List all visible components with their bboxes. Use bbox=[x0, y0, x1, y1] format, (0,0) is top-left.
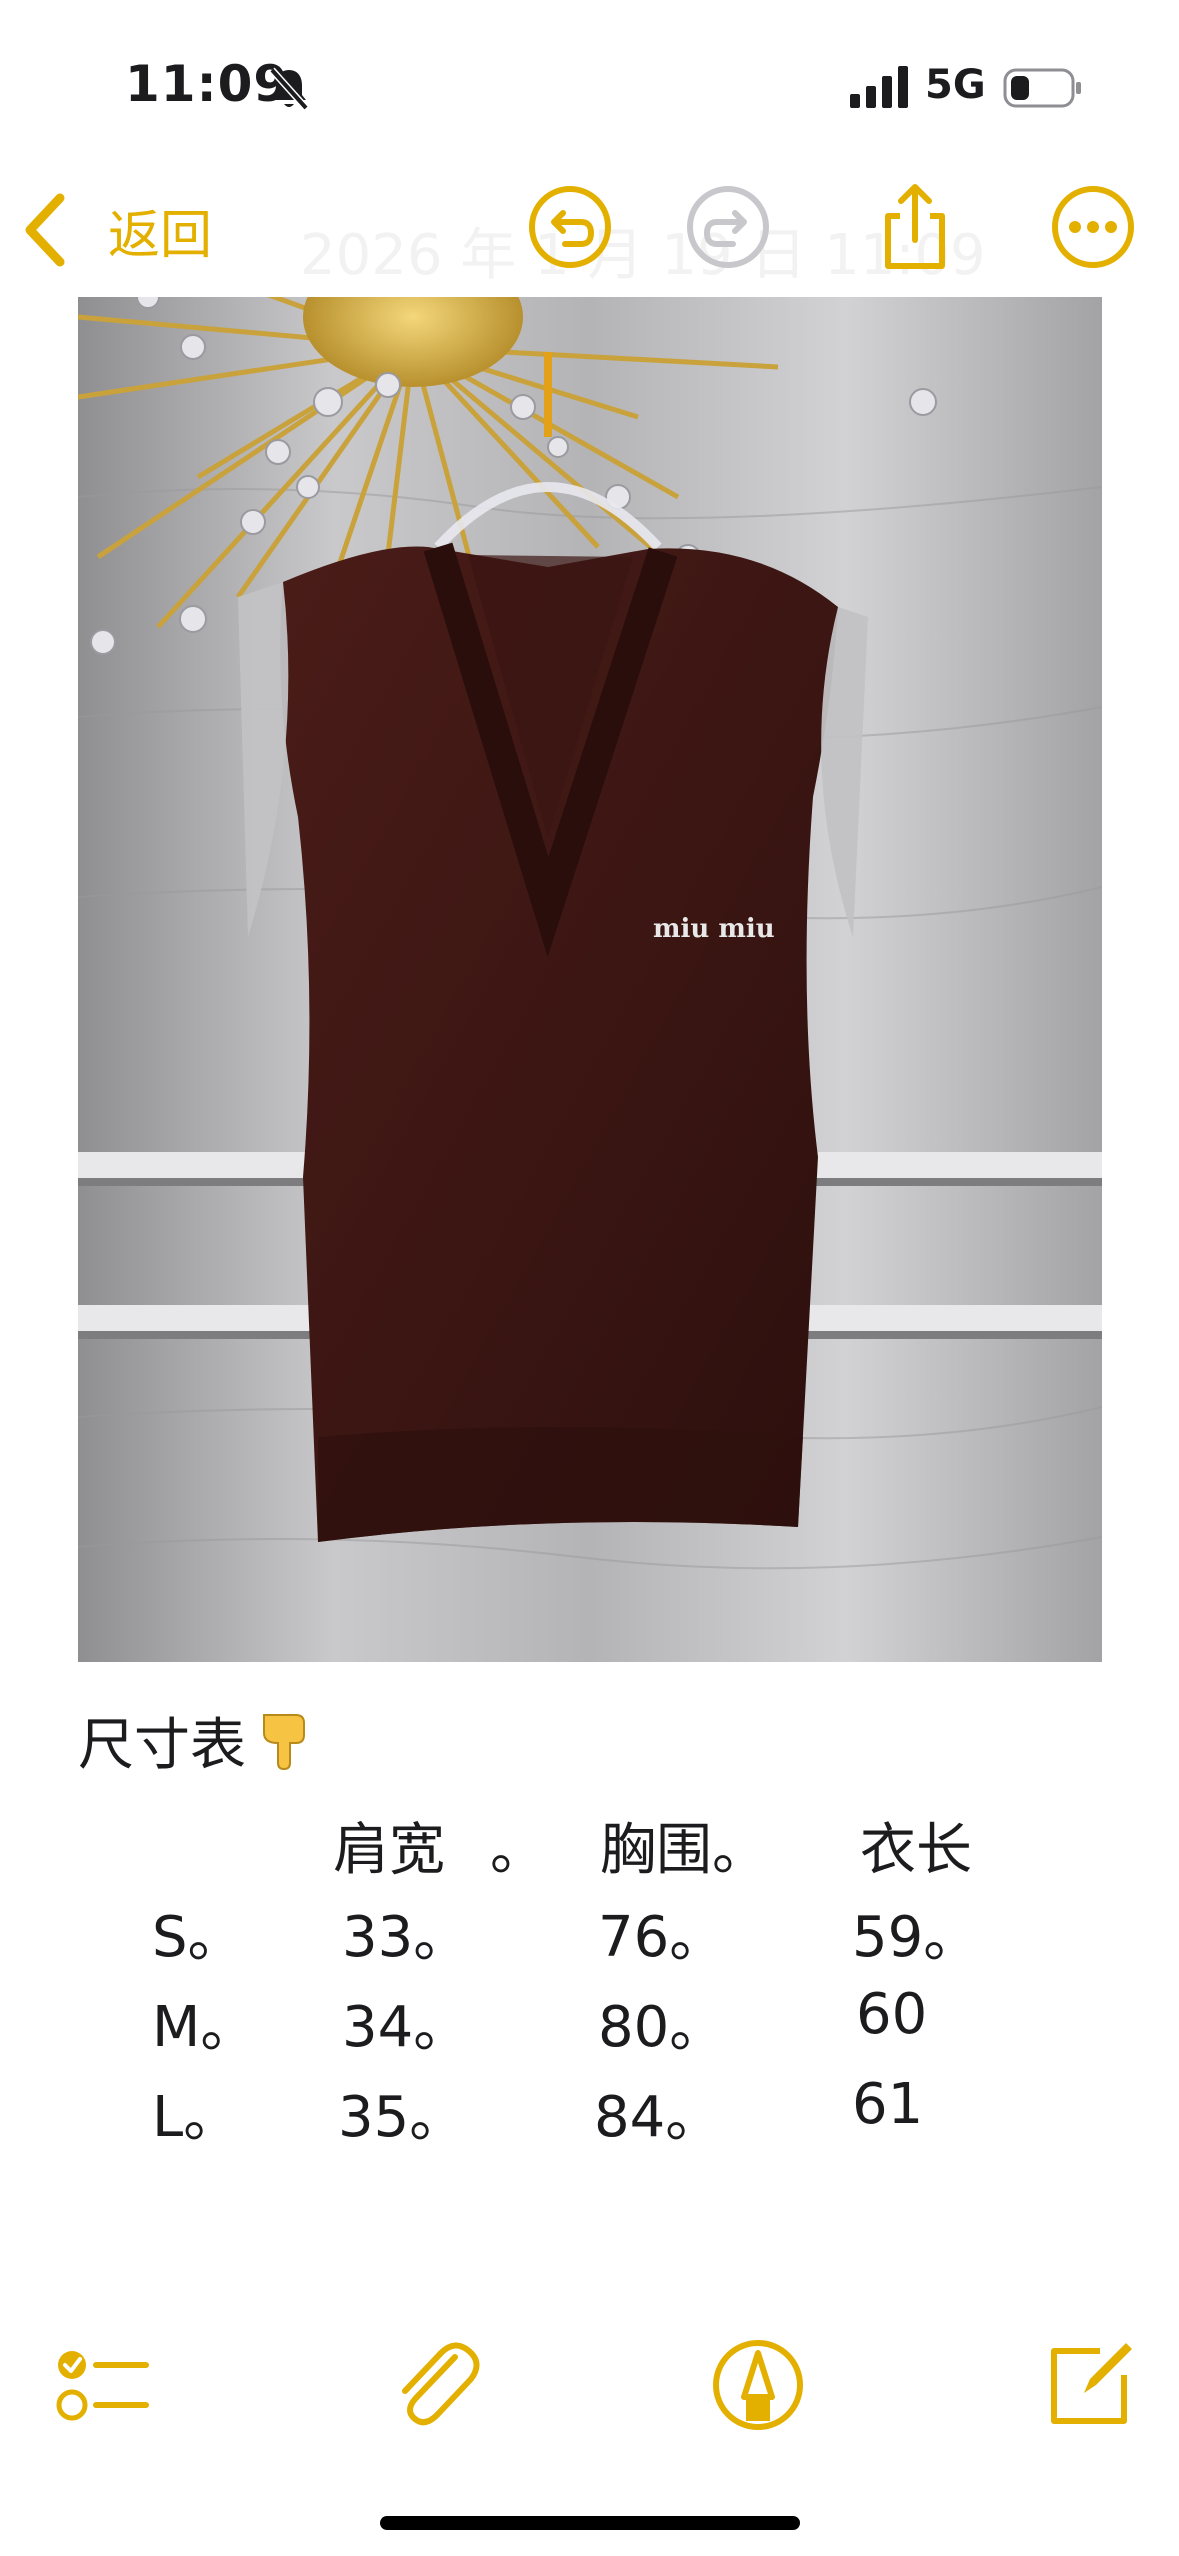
length-value: 59。 bbox=[852, 1905, 980, 1970]
shoulder-value: 33。 bbox=[342, 1905, 470, 1970]
size-label: L。 bbox=[152, 2085, 240, 2150]
redo-icon[interactable] bbox=[683, 182, 773, 272]
header-shoulder: 肩宽 bbox=[333, 1818, 445, 1883]
product-photo[interactable]: miu miu bbox=[78, 297, 1102, 1662]
chest-value: 76。 bbox=[598, 1905, 726, 1970]
clock: 11:09 bbox=[125, 55, 290, 113]
back-label: 返回 bbox=[108, 205, 213, 266]
status-bar: 11:09 5G bbox=[0, 0, 1179, 170]
chest-value: 80。 bbox=[598, 1995, 726, 2060]
size-label: M。 bbox=[152, 1995, 257, 2060]
paperclip-icon[interactable] bbox=[385, 2335, 485, 2435]
shoulder-value: 34。 bbox=[342, 1995, 470, 2060]
pointing-down-hand-icon bbox=[263, 1713, 305, 1770]
navigation-bar: 2026 年 1 月 19 日 11:09 返回 bbox=[0, 170, 1179, 290]
length-value: 60 bbox=[856, 1982, 928, 2047]
length-value: 61 bbox=[852, 2072, 924, 2137]
chest-value: 84。 bbox=[594, 2085, 722, 2150]
checklist-icon[interactable] bbox=[52, 2335, 152, 2435]
svg-text:miu miu: miu miu bbox=[653, 914, 775, 944]
size-chart-title: 尺寸表 bbox=[78, 1713, 246, 1778]
size-label: S。 bbox=[152, 1905, 244, 1970]
header-chest: 胸围。 bbox=[600, 1818, 768, 1883]
header-separator: 。 bbox=[490, 1818, 546, 1883]
signal-icon bbox=[850, 66, 908, 108]
markup-pen-icon[interactable] bbox=[708, 2335, 808, 2435]
header-length: 衣长 bbox=[860, 1818, 972, 1883]
share-icon[interactable] bbox=[870, 182, 960, 272]
undo-icon[interactable] bbox=[525, 182, 615, 272]
shoulder-value: 35。 bbox=[338, 2085, 466, 2150]
more-icon[interactable] bbox=[1048, 182, 1138, 272]
chevron-left-icon bbox=[25, 193, 65, 267]
note-heading: 尺寸表 bbox=[78, 1700, 312, 1781]
network-type: 5G bbox=[925, 62, 986, 108]
sweater-vest-image: miu miu bbox=[78, 297, 1102, 1662]
home-indicator[interactable] bbox=[380, 2516, 800, 2530]
battery-icon bbox=[1003, 68, 1081, 108]
compose-icon[interactable] bbox=[1040, 2335, 1140, 2435]
back-button[interactable]: 返回 bbox=[20, 180, 212, 280]
silent-bell-icon bbox=[269, 67, 309, 111]
